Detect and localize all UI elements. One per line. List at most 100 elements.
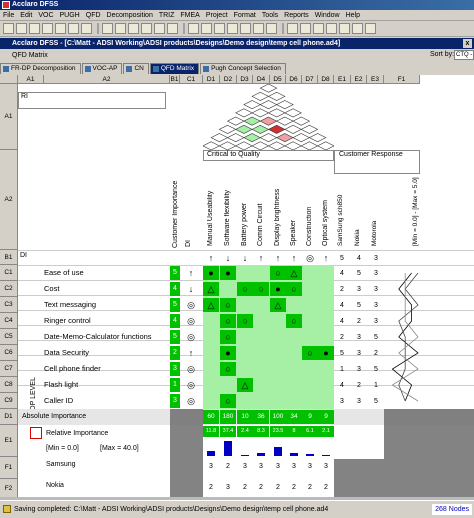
roof-cell[interactable] bbox=[276, 116, 294, 126]
roof-cell[interactable] bbox=[243, 133, 261, 143]
customer-response-cell[interactable]: 2 bbox=[368, 346, 384, 360]
relationship-cell[interactable] bbox=[302, 266, 318, 280]
toolbar-button[interactable] bbox=[167, 23, 178, 34]
customer-response-cell[interactable]: 3 bbox=[368, 266, 384, 280]
relationship-cell[interactable] bbox=[237, 394, 253, 408]
tab-voc-ap[interactable]: VOC-AP bbox=[81, 63, 123, 74]
menu-help[interactable]: Help bbox=[346, 12, 360, 19]
roof-cell[interactable] bbox=[218, 124, 237, 134]
roof-cell[interactable] bbox=[226, 116, 245, 126]
customer-response-cell[interactable]: 3 bbox=[351, 282, 367, 296]
roof-cell[interactable] bbox=[218, 141, 237, 150]
relationship-cell[interactable] bbox=[253, 346, 269, 360]
relationship-cell[interactable] bbox=[203, 362, 219, 376]
customer-response-cell[interactable]: 3 bbox=[368, 314, 384, 328]
toolbar-button[interactable] bbox=[55, 23, 66, 34]
toolbar-button[interactable] bbox=[154, 23, 165, 34]
relationship-cell[interactable] bbox=[220, 378, 236, 392]
relationship-cell[interactable]: ● bbox=[203, 266, 219, 280]
roof-cell[interactable] bbox=[210, 133, 229, 143]
toolbar-button[interactable] bbox=[16, 23, 27, 34]
customer-response-cell[interactable]: 1 bbox=[368, 378, 384, 392]
customer-response-cell[interactable]: 3 bbox=[351, 362, 367, 376]
customer-response-cell[interactable]: 5 bbox=[368, 362, 384, 376]
relationship-cell[interactable] bbox=[302, 314, 318, 328]
relationship-cell[interactable]: ○ bbox=[220, 394, 236, 408]
toolbar-button[interactable] bbox=[313, 23, 324, 34]
roof-cell[interactable] bbox=[259, 133, 278, 143]
sort-select[interactable]: CTQ - bbox=[454, 50, 474, 60]
toolbar-button[interactable] bbox=[352, 23, 363, 34]
roof-cell[interactable] bbox=[259, 100, 278, 110]
roof-cell[interactable] bbox=[284, 124, 302, 134]
roof-cell[interactable] bbox=[276, 133, 294, 143]
relationship-cell[interactable] bbox=[286, 346, 302, 360]
tab-qfd-matrix[interactable]: QFD Matrix bbox=[149, 63, 200, 74]
relationship-cell[interactable] bbox=[270, 346, 286, 360]
relationship-cell[interactable] bbox=[237, 298, 253, 312]
toolbar-button[interactable] bbox=[3, 23, 14, 34]
relationship-cell[interactable] bbox=[302, 282, 318, 296]
relationship-cell[interactable]: △ bbox=[203, 282, 219, 296]
menu-file[interactable]: File bbox=[3, 12, 14, 19]
customer-importance-cell[interactable]: 4 bbox=[170, 282, 180, 296]
customer-response-cell[interactable]: 5 bbox=[368, 330, 384, 344]
roof-cell[interactable] bbox=[267, 91, 286, 101]
relationship-cell[interactable] bbox=[286, 394, 302, 408]
roof-cell[interactable] bbox=[243, 100, 261, 110]
customer-importance-cell[interactable]: 5 bbox=[170, 298, 180, 312]
customer-response-cell[interactable]: 3 bbox=[351, 330, 367, 344]
customer-response-cell[interactable]: 4 bbox=[334, 266, 350, 280]
relationship-cell[interactable]: ● bbox=[220, 346, 236, 360]
toolbar-button[interactable] bbox=[253, 23, 264, 34]
relationship-cell[interactable] bbox=[270, 378, 286, 392]
toolbar-button[interactable] bbox=[326, 23, 337, 34]
toolbar-button[interactable] bbox=[42, 23, 53, 34]
roof-cell[interactable] bbox=[267, 108, 286, 118]
relationship-cell[interactable] bbox=[302, 394, 318, 408]
menu-pugh[interactable]: PUGH bbox=[60, 12, 80, 19]
customer-response-cell[interactable]: 4 bbox=[334, 298, 350, 312]
relationship-cell[interactable]: △ bbox=[270, 298, 286, 312]
toolbar-button[interactable] bbox=[227, 23, 238, 34]
toolbar-button[interactable] bbox=[102, 23, 113, 34]
di-cell[interactable]: ◎ bbox=[183, 298, 199, 312]
customer-response-cell[interactable]: 2 bbox=[351, 378, 367, 392]
roof-cell[interactable] bbox=[259, 116, 278, 126]
relationship-cell[interactable]: ● bbox=[270, 282, 286, 296]
relationship-cell[interactable]: ○ bbox=[220, 298, 236, 312]
customer-response-cell[interactable]: 2 bbox=[351, 314, 367, 328]
customer-response-cell[interactable]: 5 bbox=[368, 394, 384, 408]
toolbar-button[interactable] bbox=[266, 23, 277, 34]
customer-response-cell[interactable]: 3 bbox=[334, 394, 350, 408]
customer-response-cell[interactable]: 4 bbox=[334, 378, 350, 392]
relationship-cell[interactable] bbox=[270, 330, 286, 344]
relationship-cell[interactable] bbox=[253, 394, 269, 408]
relationship-cell[interactable] bbox=[237, 346, 253, 360]
roof-cell[interactable] bbox=[267, 141, 286, 150]
customer-response-cell[interactable]: 5 bbox=[334, 346, 350, 360]
roof-cell[interactable] bbox=[251, 108, 270, 118]
toolbar-button[interactable] bbox=[201, 23, 212, 34]
relationship-cell[interactable] bbox=[203, 346, 219, 360]
customer-response-cell[interactable]: 4 bbox=[334, 314, 350, 328]
customer-response-cell[interactable]: 2 bbox=[334, 330, 350, 344]
roof-cell[interactable] bbox=[284, 108, 302, 118]
relationship-cell[interactable]: ○ bbox=[237, 314, 253, 328]
relationship-cell[interactable] bbox=[253, 330, 269, 344]
roof-cell[interactable] bbox=[251, 91, 270, 101]
menu-tools[interactable]: Tools bbox=[262, 12, 278, 19]
relationship-cell[interactable]: ○ bbox=[220, 330, 236, 344]
customer-response-cell[interactable]: 3 bbox=[351, 346, 367, 360]
relationship-cell[interactable] bbox=[318, 362, 334, 376]
menu-decomposition[interactable]: Decomposition bbox=[107, 12, 153, 19]
roof-cell[interactable] bbox=[235, 141, 253, 150]
di-cell[interactable]: ◎ bbox=[183, 314, 199, 328]
roof-cell[interactable] bbox=[235, 108, 253, 118]
roof-cell[interactable] bbox=[300, 141, 319, 150]
relationship-cell[interactable] bbox=[237, 330, 253, 344]
toolbar-button[interactable] bbox=[68, 23, 79, 34]
di-cell[interactable]: ◎ bbox=[183, 362, 199, 376]
toolbar-button[interactable] bbox=[29, 23, 40, 34]
di-cell[interactable]: ↓ bbox=[183, 282, 199, 296]
